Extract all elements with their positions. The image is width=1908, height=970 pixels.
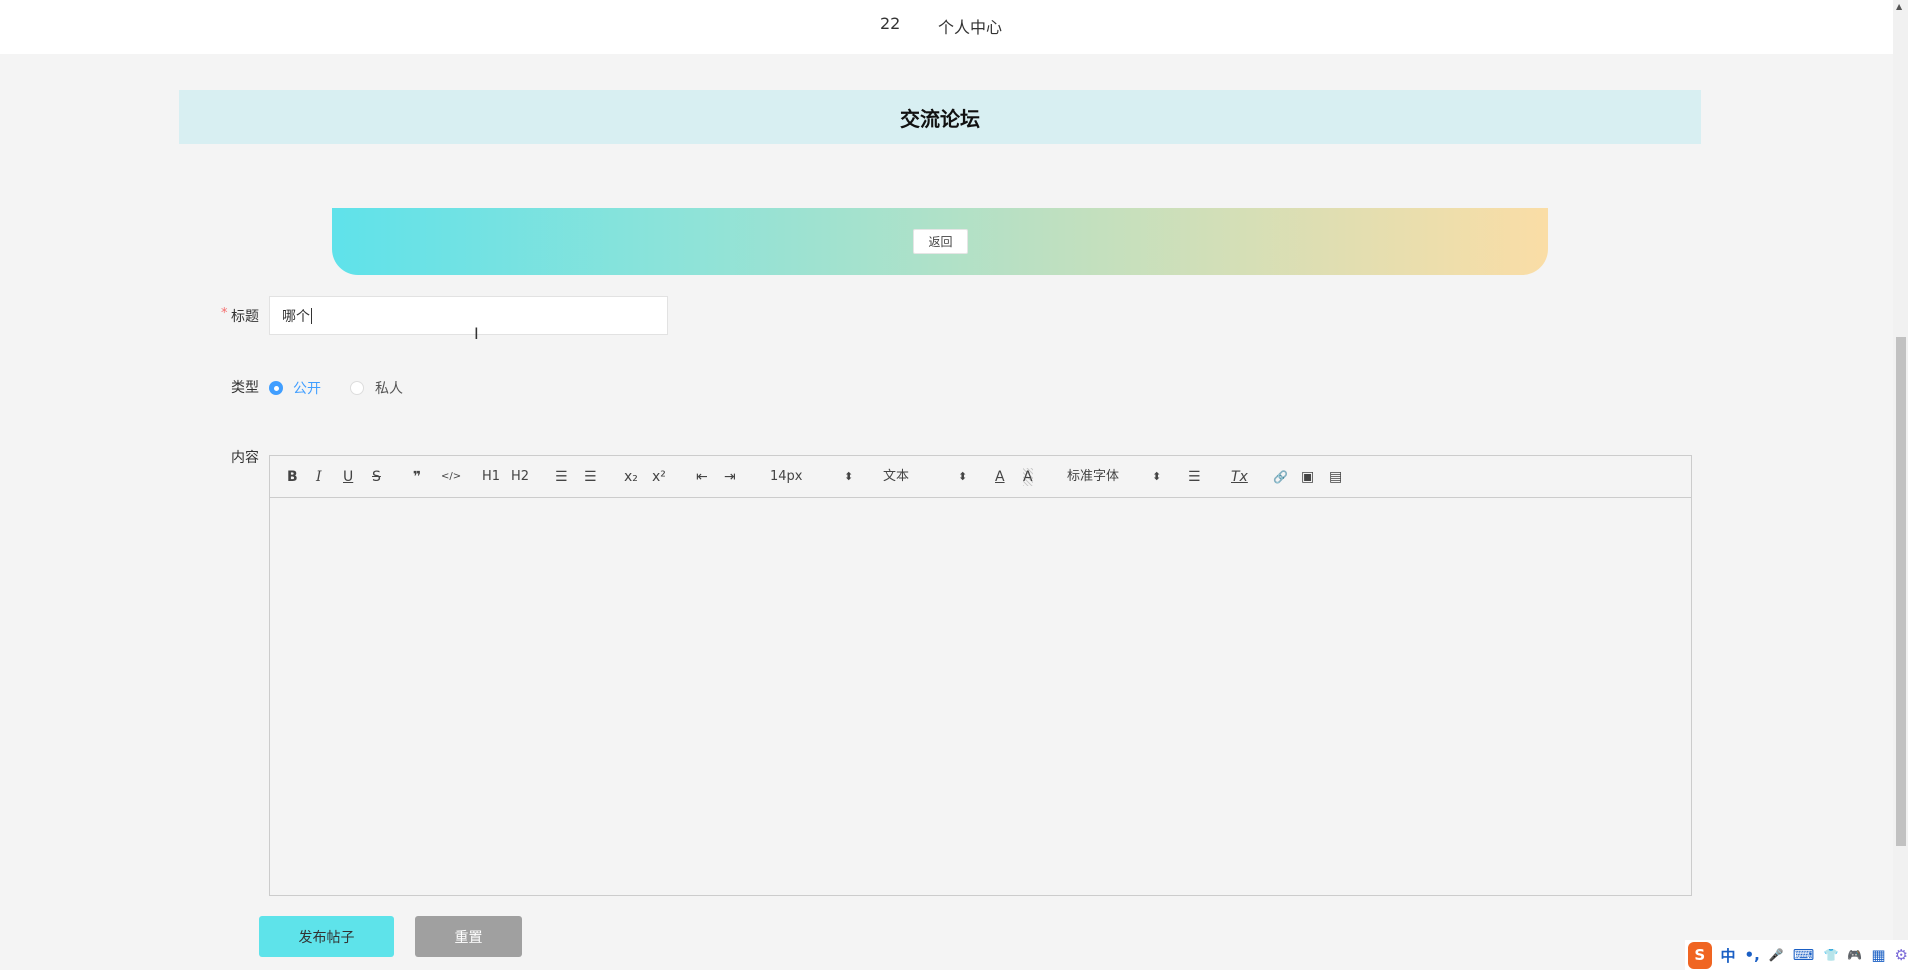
apps-icon[interactable]: ▦	[1871, 946, 1885, 964]
strike-icon[interactable]: S	[372, 468, 381, 486]
radio-checked-icon	[269, 381, 283, 395]
page-title-banner: 交流论坛	[179, 90, 1701, 144]
ime-toolbar: S 中 •, 🎤 ⌨ 👕 🎮 ▦ ⚙	[1685, 940, 1908, 970]
top-header: 22 个人中心	[0, 0, 1893, 54]
game-icon[interactable]: 🎮	[1847, 948, 1862, 962]
personal-center-link[interactable]: 个人中心	[938, 14, 1002, 38]
radio-unchecked-icon	[350, 381, 364, 395]
chevron-updown-icon[interactable]: ⬍	[1152, 468, 1161, 486]
settings-icon[interactable]: ⚙	[1895, 946, 1908, 964]
rich-text-editor: B I U S ❞ </> H1 H2 ☰ ☰ x₂ x² ⇤ ⇥ 14px ⬍…	[269, 455, 1692, 896]
radio-private[interactable]: 私人	[350, 378, 403, 398]
chevron-updown-icon[interactable]: ⬍	[844, 468, 853, 486]
superscript-icon[interactable]: x²	[652, 468, 666, 486]
header-select[interactable]: 文本	[883, 468, 909, 486]
title-label: 标题	[231, 309, 259, 325]
font-select[interactable]: 标准字体	[1067, 468, 1119, 486]
sogou-logo-icon[interactable]: S	[1688, 941, 1712, 969]
subscript-icon[interactable]: x₂	[624, 468, 638, 486]
submit-post-button[interactable]: 发布帖子	[259, 916, 394, 957]
align-icon[interactable]: ☰	[1188, 468, 1201, 486]
code-block-icon[interactable]: </>	[441, 468, 461, 486]
image-icon[interactable]: ▣	[1301, 468, 1314, 486]
radio-public-label: 公开	[293, 381, 321, 397]
size-select[interactable]: 14px	[770, 468, 803, 486]
underline-icon[interactable]: U	[343, 468, 353, 486]
content-label: 内容	[231, 450, 259, 466]
skin-icon[interactable]: 👕	[1823, 948, 1838, 962]
ordered-list-icon[interactable]: ☰	[555, 468, 568, 486]
ime-mode-icon[interactable]: 中	[1721, 945, 1736, 966]
radio-private-label: 私人	[375, 381, 403, 397]
title-input[interactable]: 哪个	[269, 296, 668, 335]
editor-content-area[interactable]	[270, 498, 1691, 895]
header1-icon[interactable]: H1	[482, 468, 500, 486]
keyboard-icon[interactable]: ⌨	[1793, 946, 1815, 964]
link-icon[interactable]: 🔗	[1273, 468, 1288, 486]
punctuation-icon[interactable]: •,	[1745, 946, 1760, 964]
outdent-icon[interactable]: ⇤	[696, 468, 708, 486]
text-cursor-icon: I	[474, 324, 479, 343]
font-color-icon[interactable]: A	[995, 468, 1005, 486]
bullet-list-icon[interactable]: ☰	[584, 468, 597, 486]
type-label: 类型	[231, 380, 259, 396]
editor-toolbar: B I U S ❞ </> H1 H2 ☰ ☰ x₂ x² ⇤ ⇥ 14px ⬍…	[270, 456, 1691, 498]
chevron-updown-icon[interactable]: ⬍	[958, 468, 967, 486]
radio-public[interactable]: 公开	[269, 378, 321, 398]
header-number[interactable]: 22	[880, 14, 900, 33]
clean-format-icon[interactable]: Tx	[1231, 468, 1248, 486]
title-value: 哪个	[282, 308, 310, 325]
background-color-icon[interactable]: A	[1023, 468, 1033, 486]
header2-icon[interactable]: H2	[511, 468, 529, 486]
bold-icon[interactable]: B	[287, 468, 298, 486]
microphone-icon[interactable]: 🎤	[1769, 948, 1784, 962]
back-button[interactable]: 返回	[913, 229, 968, 254]
page-title: 交流论坛	[900, 106, 980, 131]
video-icon[interactable]: ▤	[1329, 468, 1342, 486]
required-mark: *	[221, 306, 228, 321]
scrollbar-thumb[interactable]	[1896, 337, 1906, 846]
blockquote-icon[interactable]: ❞	[413, 468, 421, 486]
indent-icon[interactable]: ⇥	[724, 468, 736, 486]
italic-icon[interactable]: I	[316, 468, 322, 486]
scroll-up-arrow-icon[interactable]: ▲	[1896, 2, 1902, 11]
reset-button[interactable]: 重置	[415, 916, 522, 957]
